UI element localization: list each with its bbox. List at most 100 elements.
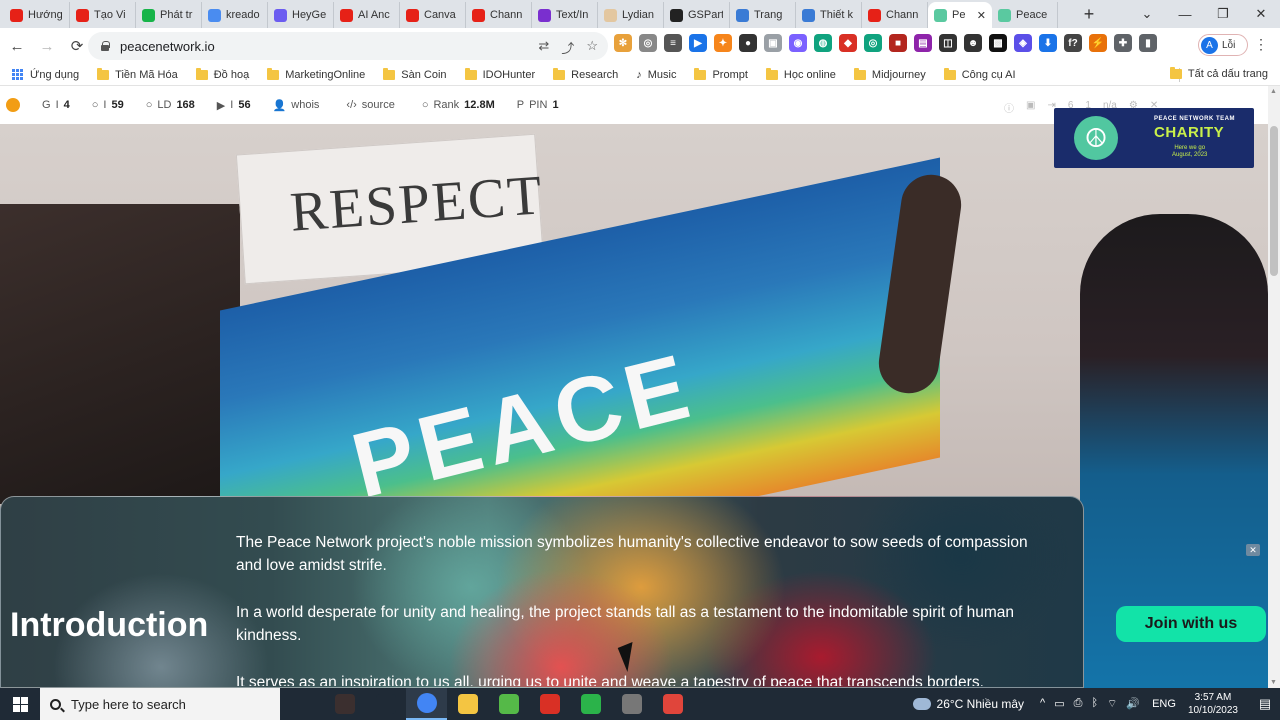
charity-banner[interactable]: ☮ PEACE NETWORK TEAM CHARITY Here we go … — [1054, 108, 1254, 168]
extension-icon[interactable]: ◈ — [1014, 34, 1032, 52]
tab[interactable]: kreado — [202, 2, 268, 28]
tab[interactable]: Hướng — [4, 2, 70, 28]
maximize-button[interactable]: ❐ — [1204, 0, 1242, 28]
tray-icon[interactable]: 🔊 — [1126, 697, 1140, 711]
bookmark-item[interactable]: Học online — [765, 67, 836, 81]
extension-icon[interactable]: ▣ — [764, 34, 782, 52]
seo-metric[interactable]: GI4 — [42, 99, 70, 111]
tab[interactable]: HeyGe — [268, 2, 334, 28]
taskbar-app-app-device[interactable] — [611, 688, 652, 720]
extension-icon[interactable]: ▶ — [689, 34, 707, 52]
bookmark-item[interactable]: Research — [553, 67, 618, 81]
weather-widget[interactable]: 26°C Nhiều mây — [912, 697, 1024, 711]
all-bookmarks-item[interactable]: Tất cả dấu trang — [1169, 67, 1268, 80]
taskbar-app-app-camtasia[interactable] — [570, 688, 611, 720]
tab-search-icon[interactable]: ⌄ — [1128, 0, 1166, 28]
bookmark-item[interactable]: ♪ Music — [636, 69, 676, 81]
seo-metric[interactable]: P PIN 1 — [517, 99, 559, 111]
taskbar-app-app-capcut[interactable] — [652, 688, 693, 720]
taskbar-search[interactable]: Type here to search — [40, 688, 280, 720]
bookmark-item[interactable]: MarketingOnline — [267, 67, 365, 81]
tab[interactable]: Peace — [992, 2, 1058, 28]
bookmark-item[interactable]: Prompt — [694, 67, 748, 81]
tab-close-icon[interactable]: ✕ — [977, 9, 986, 22]
tray-icon[interactable]: ▭ — [1054, 697, 1064, 711]
extension-icon[interactable]: ● — [739, 34, 757, 52]
tab[interactable]: Chann — [862, 2, 928, 28]
extension-icon[interactable]: ✚ — [1114, 34, 1132, 52]
extension-icon[interactable]: ◍ — [814, 34, 832, 52]
page-scrollbar[interactable]: ▲ ▼ — [1268, 86, 1280, 688]
taskbar-app-app-green[interactable] — [488, 688, 529, 720]
seo-metric[interactable]: ○ I 59 — [92, 99, 124, 111]
extension-icon[interactable]: f? — [1064, 34, 1082, 52]
close-window-button[interactable]: ✕ — [1242, 0, 1280, 28]
bookmark-item[interactable]: Tiền Mã Hóa — [97, 67, 178, 81]
scroll-up-icon[interactable]: ▲ — [1270, 88, 1277, 95]
taskbar-app-avatar[interactable] — [324, 688, 365, 720]
tray-icon[interactable]: ⎙ — [1074, 697, 1083, 711]
scrollbar-thumb[interactable] — [1270, 126, 1278, 276]
extension-icon[interactable]: ◎ — [864, 34, 882, 52]
close-icon[interactable]: ✕ — [1246, 544, 1260, 556]
bookmark-item[interactable]: Sàn Coin — [383, 67, 447, 81]
bookmark-item[interactable]: Ứng dụng — [12, 68, 79, 81]
extension-icon[interactable]: ✦ — [714, 34, 732, 52]
seo-metric[interactable]: 👤 whois — [273, 99, 325, 112]
share-icon[interactable]: ⤴ — [561, 38, 574, 57]
profile-button[interactable]: A Lỗi — [1198, 34, 1248, 56]
taskbar-app-app-red[interactable] — [529, 688, 570, 720]
extension-icon[interactable]: ⬇ — [1039, 34, 1057, 52]
tab[interactable]: Lydian — [598, 2, 664, 28]
tab[interactable]: Phát tr — [136, 2, 202, 28]
taskbar-app-task-view[interactable] — [365, 688, 406, 720]
extension-icon[interactable]: ⚡ — [1089, 34, 1107, 52]
seo-metric[interactable]: ○ LD 168 — [146, 99, 195, 111]
extension-icon[interactable]: ☻ — [964, 34, 982, 52]
tray-icon[interactable]: ⌔ — [1107, 697, 1117, 711]
seo-metric[interactable]: ○ Rank 12.8M — [422, 99, 495, 111]
tab[interactable]: Trang — [730, 2, 796, 28]
extension-icon[interactable]: ◆ — [839, 34, 857, 52]
language-indicator[interactable]: ENG — [1152, 698, 1176, 710]
bookmark-item[interactable]: IDOHunter — [464, 67, 535, 81]
tab-active[interactable]: Pe ✕ — [928, 2, 992, 28]
extension-icon[interactable]: ▩ — [989, 34, 1007, 52]
tab[interactable]: Text/In — [532, 2, 598, 28]
address-bar[interactable]: peacenetwork.io ⇄ ⤴ ☆ — [88, 32, 608, 60]
tray-icon[interactable]: ᛒ — [1091, 697, 1098, 711]
extension-icon[interactable]: ◫ — [939, 34, 957, 52]
minimize-button[interactable]: — — [1166, 0, 1204, 28]
bookmark-item[interactable]: Midjourney — [853, 67, 926, 81]
extension-icon[interactable]: ◉ — [789, 34, 807, 52]
tab[interactable]: Thiết k — [796, 2, 862, 28]
lock-icon[interactable] — [100, 41, 110, 51]
clock[interactable]: 3:57 AM 10/10/2023 — [1188, 691, 1238, 717]
back-button[interactable]: ← — [4, 33, 30, 59]
extension-icon[interactable]: ■ — [889, 34, 907, 52]
tab[interactable]: Canva — [400, 2, 466, 28]
extension-icon[interactable]: ▮ — [1139, 34, 1157, 52]
start-button[interactable] — [0, 688, 40, 720]
tray-icon[interactable]: ^ — [1040, 697, 1045, 711]
extension-icon[interactable]: ✻ — [614, 34, 632, 52]
seo-metric[interactable]: ‹/› source — [346, 99, 399, 111]
scroll-down-icon[interactable]: ▼ — [1270, 679, 1277, 686]
bookmark-star-icon[interactable]: ☆ — [586, 38, 598, 57]
taskbar-app-file-explorer[interactable] — [447, 688, 488, 720]
new-tab-button[interactable]: + — [1074, 1, 1104, 27]
seo-toolbar-control[interactable]: ▣ — [1026, 100, 1035, 115]
bookmark-item[interactable]: Đồ hoạ — [195, 67, 249, 81]
seo-toolbar-control[interactable]: ⓘ — [1004, 100, 1014, 115]
extension-icon[interactable]: ◎ — [639, 34, 657, 52]
notification-icon[interactable]: ▤ — [1250, 696, 1280, 712]
tab[interactable]: Chann — [466, 2, 532, 28]
forward-button[interactable]: → — [34, 33, 60, 59]
seoquake-logo-icon[interactable] — [6, 98, 20, 112]
join-button[interactable]: Join with us — [1116, 606, 1266, 642]
bookmark-item[interactable]: Công cụ AI — [943, 67, 1016, 81]
browser-menu-icon[interactable]: ⋮ — [1254, 36, 1268, 53]
extension-icon[interactable]: ▤ — [914, 34, 932, 52]
url-text[interactable]: peacenetwork.io — [120, 39, 215, 54]
taskbar-app-chrome[interactable] — [406, 688, 447, 720]
